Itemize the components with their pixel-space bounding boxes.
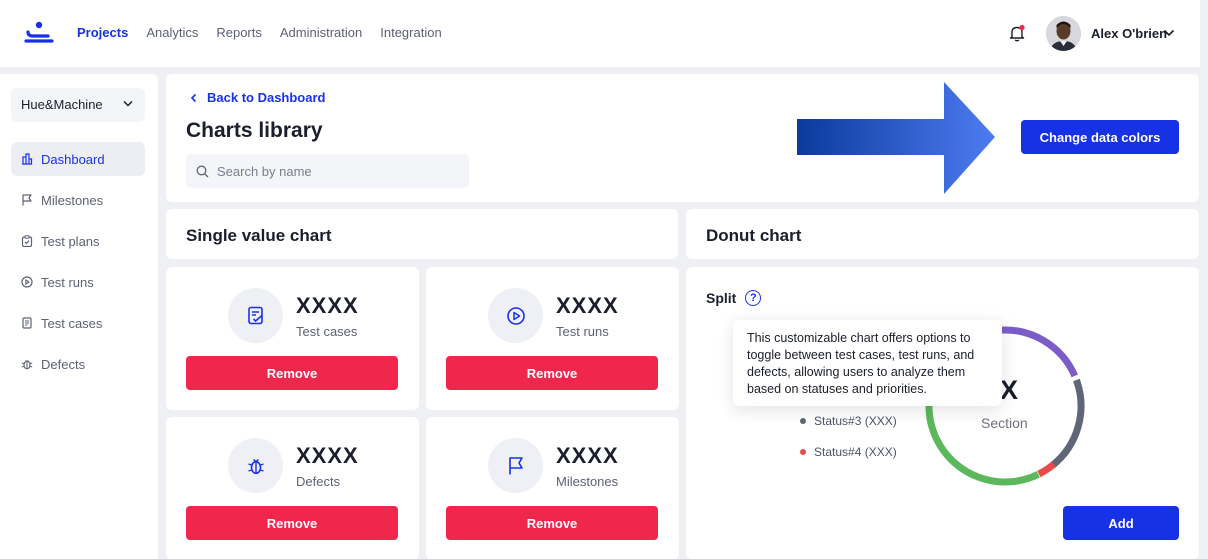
tile-value: XXXX bbox=[296, 443, 359, 468]
single-value-tile-test-runs: XXXX Test runs Remove bbox=[426, 267, 679, 410]
user-name[interactable]: Alex O'brien bbox=[1091, 26, 1167, 41]
sidebar-item-test-cases[interactable]: Test cases bbox=[11, 306, 145, 340]
bug-icon bbox=[21, 360, 33, 370]
back-link-label: Back to Dashboard bbox=[207, 90, 326, 105]
logo-icon[interactable] bbox=[24, 21, 54, 45]
back-link[interactable]: Back to Dashboard bbox=[190, 90, 325, 105]
tile-value: XXXX bbox=[296, 293, 359, 318]
tile-value: XXXX bbox=[556, 443, 619, 468]
flag-icon bbox=[508, 456, 523, 474]
arrow-right-icon bbox=[797, 82, 995, 194]
tile-value: XXXX bbox=[556, 293, 619, 318]
nav-integration[interactable]: Integration bbox=[380, 25, 441, 40]
nav-projects[interactable]: Projects bbox=[77, 25, 128, 40]
remove-button[interactable]: Remove bbox=[446, 506, 658, 540]
workspace-name: Hue&Machine bbox=[21, 97, 103, 112]
tile-label: Defects bbox=[296, 474, 341, 489]
search-input[interactable] bbox=[217, 163, 457, 179]
document-icon bbox=[22, 317, 32, 329]
help-icon[interactable]: ? bbox=[745, 290, 762, 306]
donut-chart-card: Split ? XX Section Status#3 (XXX) Status… bbox=[686, 267, 1199, 559]
section-title: Donut chart bbox=[706, 226, 802, 245]
sidebar-item-test-plans[interactable]: Test plans bbox=[11, 224, 145, 258]
section-title: Single value chart bbox=[186, 226, 332, 245]
bug-icon bbox=[247, 458, 264, 474]
legend-item: Status#3 (XXX) bbox=[800, 414, 897, 428]
nav-reports[interactable]: Reports bbox=[216, 25, 262, 40]
sidebar: Hue&Machine Dashboard Milestones Test pl… bbox=[0, 74, 158, 559]
search-box[interactable] bbox=[186, 154, 469, 188]
page-header: Back to Dashboard Charts library Change … bbox=[166, 74, 1199, 202]
legend-dot bbox=[800, 449, 806, 455]
split-label-row: Split ? bbox=[706, 290, 762, 306]
nav-administration[interactable]: Administration bbox=[280, 25, 362, 40]
nav-analytics[interactable]: Analytics bbox=[146, 25, 198, 40]
workspace-selector[interactable]: Hue&Machine bbox=[11, 88, 145, 122]
legend-dot bbox=[800, 418, 806, 424]
sidebar-item-defects[interactable]: Defects bbox=[11, 347, 145, 381]
icon-circle bbox=[488, 288, 543, 343]
legend-label: Status#4 (XXX) bbox=[814, 445, 897, 459]
chevron-down-icon[interactable] bbox=[1163, 28, 1175, 38]
single-value-tile-milestones: XXXX Milestones Remove bbox=[426, 417, 679, 559]
sidebar-item-dashboard[interactable]: Dashboard bbox=[11, 142, 145, 176]
sidebar-item-label: Test plans bbox=[41, 233, 100, 249]
legend-item: Status#4 (XXX) bbox=[800, 445, 897, 459]
icon-circle bbox=[488, 438, 543, 493]
donut-center-label: Section bbox=[981, 415, 1028, 431]
add-button[interactable]: Add bbox=[1063, 506, 1179, 540]
dashboard-icon bbox=[22, 153, 33, 165]
avatar[interactable] bbox=[1046, 16, 1081, 51]
single-value-chart-header: Single value chart bbox=[166, 209, 678, 259]
tile-label: Test cases bbox=[296, 324, 358, 339]
play-icon bbox=[21, 276, 33, 288]
remove-button[interactable]: Remove bbox=[186, 506, 398, 540]
clipboard-icon bbox=[21, 235, 33, 247]
tile-label: Milestones bbox=[556, 474, 619, 489]
remove-button[interactable]: Remove bbox=[446, 356, 658, 390]
split-label: Split bbox=[706, 290, 737, 306]
sidebar-item-test-runs[interactable]: Test runs bbox=[11, 265, 145, 299]
flag-icon bbox=[22, 194, 32, 206]
single-value-tile-test-cases: XXXX Test cases Remove bbox=[166, 267, 419, 410]
test-cases-icon bbox=[247, 306, 263, 324]
chevron-down-icon bbox=[123, 100, 133, 107]
main-nav: Projects Analytics Reports Administratio… bbox=[77, 25, 442, 40]
sidebar-item-label: Test cases bbox=[41, 315, 103, 331]
bell-icon[interactable] bbox=[1008, 24, 1026, 42]
change-data-colors-button[interactable]: Change data colors bbox=[1021, 120, 1179, 154]
legend-label: Status#3 (XXX) bbox=[814, 414, 897, 428]
page-title: Charts library bbox=[186, 119, 323, 142]
top-bar: Projects Analytics Reports Administratio… bbox=[0, 0, 1200, 67]
remove-button[interactable]: Remove bbox=[186, 356, 398, 390]
icon-circle bbox=[228, 288, 283, 343]
test-runs-icon bbox=[506, 306, 525, 325]
chevron-left-icon bbox=[190, 93, 197, 102]
donut-chart-header: Donut chart bbox=[686, 209, 1199, 259]
sidebar-item-label: Test runs bbox=[41, 274, 94, 290]
help-tooltip: This customizable chart offers options t… bbox=[733, 320, 1002, 406]
search-icon bbox=[196, 165, 209, 177]
tile-label: Test runs bbox=[556, 324, 609, 339]
single-value-tile-defects: XXXX Defects Remove bbox=[166, 417, 419, 559]
sidebar-item-milestones[interactable]: Milestones bbox=[11, 183, 145, 217]
sidebar-item-label: Milestones bbox=[41, 192, 104, 208]
sidebar-item-label: Defects bbox=[41, 356, 86, 372]
sidebar-item-label: Dashboard bbox=[41, 151, 105, 167]
icon-circle bbox=[228, 438, 283, 493]
